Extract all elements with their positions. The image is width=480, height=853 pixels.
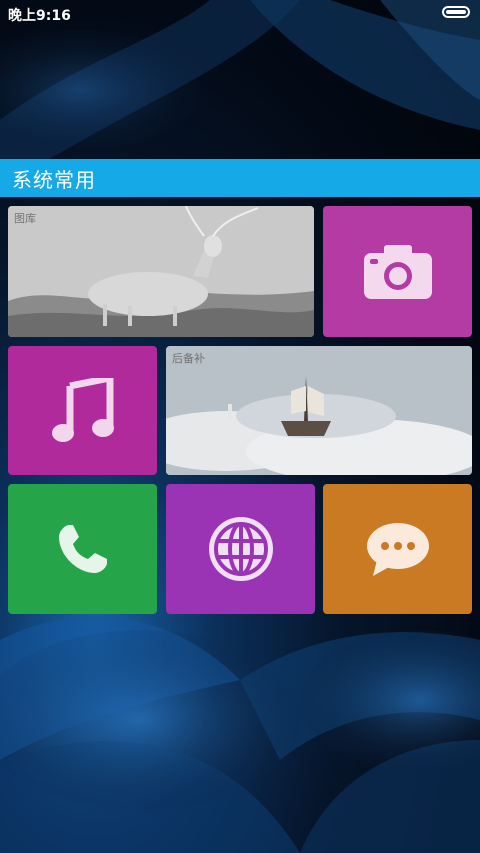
phone-icon bbox=[58, 525, 107, 573]
battery-icon bbox=[442, 6, 470, 18]
phone-tile[interactable] bbox=[8, 484, 157, 614]
messages-tile[interactable] bbox=[323, 484, 472, 614]
camera-tile[interactable] bbox=[323, 206, 472, 337]
ship-photo-tile[interactable]: 后备补 bbox=[166, 346, 472, 475]
gallery-tile[interactable]: 图库 bbox=[8, 206, 314, 337]
camera-icon bbox=[363, 244, 432, 299]
ship-tile-label: 后备补 bbox=[172, 352, 205, 365]
music-tile[interactable] bbox=[8, 346, 157, 475]
chat-bubble-icon bbox=[366, 523, 429, 576]
group-header: 系统常用 bbox=[0, 159, 480, 197]
deer-photo bbox=[8, 206, 314, 337]
status-time: 晚上9:16 bbox=[8, 8, 71, 24]
ship-photo bbox=[166, 346, 472, 475]
browser-tile[interactable] bbox=[166, 484, 315, 614]
group-title: 系统常用 bbox=[12, 167, 96, 192]
gallery-tile-label: 图库 bbox=[14, 212, 36, 225]
status-bar: 晚上9:16 bbox=[0, 0, 480, 26]
globe-icon bbox=[208, 517, 273, 581]
music-note-icon bbox=[51, 377, 114, 442]
